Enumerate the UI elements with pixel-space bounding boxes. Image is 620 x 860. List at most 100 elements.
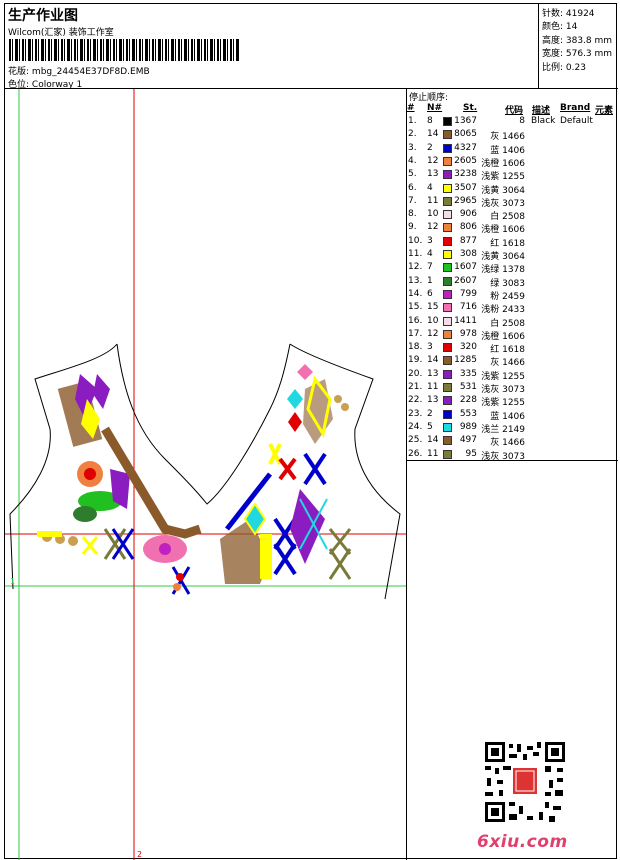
row-needle: 10: [427, 315, 439, 326]
color-swatch: [443, 170, 452, 180]
col-header-code: 代码: [505, 106, 524, 116]
qr-logo-stamp: [513, 768, 537, 794]
color-swatch: [443, 130, 452, 140]
row-number: 7.: [408, 195, 417, 206]
color-swatch: [443, 436, 452, 446]
row-number: 18.: [408, 342, 423, 353]
row-code: 浅粉 2433: [481, 305, 525, 316]
table-row: 11. 4 308 浅黄 3064: [407, 249, 619, 262]
table-row: 18. 3 320 红 1618: [407, 342, 619, 355]
col-header-num: #: [407, 103, 415, 113]
row-code: 浅紫 1255: [481, 398, 525, 409]
row-needle: 15: [427, 302, 439, 313]
design-file: 花版: mbg_24454E37DF8D.EMB: [8, 64, 150, 77]
row-number: 10.: [408, 235, 423, 246]
color-swatch: [443, 250, 452, 259]
row-code: 粉 2459: [490, 291, 525, 302]
color-swatch: [443, 210, 452, 220]
col-header-needle: N#: [427, 103, 443, 113]
row-stitches: 3238: [454, 169, 477, 180]
row-code: 浅橙 1606: [481, 225, 525, 236]
row-stitches: 3507: [454, 182, 477, 193]
stat-width: 宽度: 576.3 mm: [542, 49, 613, 59]
table-row: 17. 12 978 浅橙 1606: [407, 329, 619, 342]
row-stitches: 335: [459, 368, 477, 379]
row-number: 19.: [408, 355, 423, 366]
left-motif: [37, 374, 202, 595]
color-swatch: [443, 236, 452, 246]
table-row: 6. 4 3507 浅黄 3064: [407, 183, 619, 196]
row-number: 17.: [408, 328, 423, 339]
row-needle: 14: [427, 129, 439, 140]
col-header-stitches: St.: [463, 103, 478, 113]
table-row: 2. 14 8065 灰 1466: [407, 129, 619, 142]
row-code: 8: [519, 116, 525, 126]
row-code: 白 2508: [490, 318, 525, 329]
table-row: 7. 11 2965 浅灰 3073: [407, 196, 619, 209]
row-code: 白 2508: [490, 212, 525, 223]
row-code: 红 1618: [490, 238, 525, 249]
legend-title: 停止顺序:: [409, 93, 449, 103]
row-stitches: 989: [459, 421, 477, 432]
page-title: 生产作业图: [8, 8, 78, 24]
row-stitches: 2965: [454, 195, 477, 206]
row-needle: 11: [427, 382, 439, 392]
table-row: 23. 2 553 蓝 1406: [407, 409, 619, 422]
worksheet-page: 生产作业图 Wilcom(汇家) 装饰工作室 花版: mbg_24454E37D…: [4, 3, 619, 860]
row-needle: 11: [427, 448, 439, 459]
row-stitches: 2605: [454, 155, 477, 166]
stat-colors: 颜色: 14: [542, 22, 578, 32]
row-needle: 4: [427, 249, 433, 259]
table-row: 9. 12 806 浅橙 1606: [407, 222, 619, 235]
table-row: 8. 10 906 白 2508: [407, 209, 619, 222]
row-number: 3.: [408, 142, 417, 153]
design-value: mbg_24454E37DF8D.EMB: [31, 67, 150, 77]
row-code: 灰 1466: [490, 358, 525, 369]
row-stitches: 1285: [454, 355, 477, 366]
header-panel: 生产作业图 Wilcom(汇家) 装饰工作室 花版: mbg_24454E37D…: [5, 4, 539, 90]
row-code: 蓝 1406: [490, 145, 525, 156]
row-stitches: 799: [459, 288, 477, 299]
color-swatch: [443, 396, 452, 406]
row-needle: 8: [427, 116, 433, 126]
row-code: 灰 1466: [490, 132, 525, 143]
row-stitches: 877: [459, 235, 477, 246]
row-code: 浅橙 1606: [481, 331, 525, 342]
row-code: 蓝 1406: [490, 411, 525, 422]
row-code: 浅兰 2149: [481, 424, 525, 435]
row-stitches: 320: [459, 342, 477, 353]
color-swatch: [443, 156, 452, 166]
color-swatch: [443, 316, 452, 326]
row-brand: Default: [560, 116, 593, 126]
stats-panel: 针数: 41924 颜色: 14 高度: 383.8 mm 宽度: 576.3 …: [539, 4, 618, 89]
stat-height: 高度: 383.8 mm: [542, 36, 613, 46]
row-code: 浅灰 3073: [481, 451, 525, 462]
stat-scale: 比例: 0.23: [542, 63, 586, 73]
row-needle: 3: [427, 342, 433, 353]
table-row: 1. 8 1367 8 Black Default: [407, 116, 619, 129]
table-row: 15. 15 716 浅粉 2433: [407, 302, 619, 315]
row-stitches: 1607: [454, 262, 477, 273]
row-stitches: 716: [459, 302, 477, 313]
row-needle: 2: [427, 408, 433, 419]
row-needle: 12: [427, 222, 439, 233]
row-needle: 5: [427, 421, 433, 432]
stat-stitches: 针数: 41924: [542, 9, 595, 19]
col-header-desc: 描述: [532, 106, 551, 116]
row-needle: 3: [427, 235, 433, 246]
row-code: 浅紫 1255: [481, 172, 525, 183]
row-number: 2.: [408, 129, 417, 140]
table-row: 20. 13 335 浅紫 1255: [407, 369, 619, 382]
row-stitches: 308: [459, 249, 477, 259]
row-needle: 11: [427, 195, 439, 206]
row-needle: 12: [427, 155, 439, 166]
row-number: 12.: [408, 262, 423, 273]
col-header-element: 元素: [595, 106, 614, 116]
row-code: 浅紫 1255: [481, 371, 525, 382]
table-row: 10. 3 877 红 1618: [407, 236, 619, 249]
row-needle: 13: [427, 368, 439, 379]
row-stitches: 2607: [454, 275, 477, 286]
row-code: 浅灰 3073: [481, 385, 525, 395]
table-row: 26. 11 95 浅灰 3073: [407, 449, 619, 462]
row-stitches: 228: [459, 395, 477, 406]
